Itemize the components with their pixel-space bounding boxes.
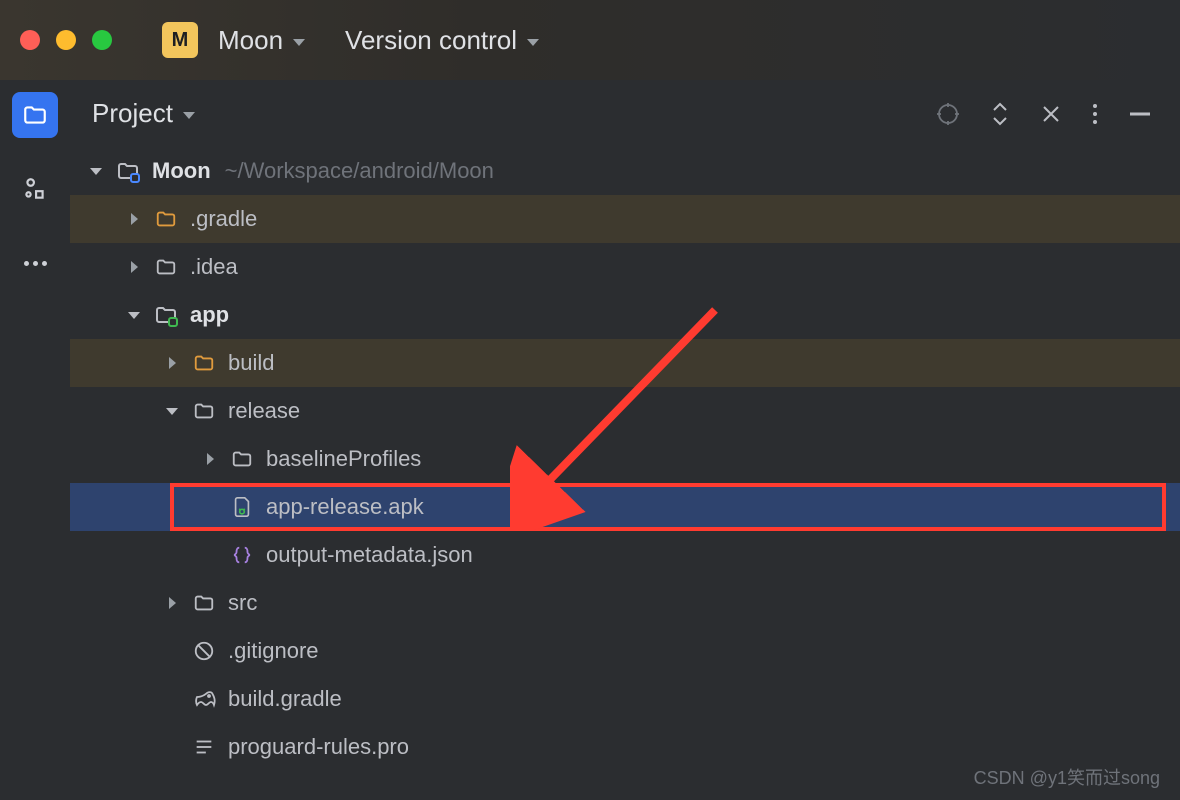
tree-label: release: [228, 398, 300, 424]
tree-label: app: [190, 302, 229, 328]
gradle-file-icon: [190, 689, 218, 709]
tree-label: output-metadata.json: [266, 542, 473, 568]
left-rail: [0, 80, 70, 800]
project-panel: Project Moon ~/Workspace/android/Moon: [70, 80, 1180, 800]
json-file-icon: [228, 544, 256, 566]
tree-node-src[interactable]: src: [70, 579, 1180, 627]
tree-node-build[interactable]: build: [70, 339, 1180, 387]
chevron-down-icon: [166, 408, 178, 415]
titlebar: M Moon Version control: [0, 0, 1180, 80]
structure-icon: [22, 176, 48, 202]
vcs-dropdown[interactable]: Version control: [345, 25, 539, 56]
chevron-right-icon: [169, 357, 176, 369]
tree-node-app[interactable]: app: [70, 291, 1180, 339]
project-folder-icon: [114, 159, 142, 183]
expand-collapse-icon[interactable]: [990, 102, 1010, 126]
panel-title: Project: [92, 98, 173, 129]
folder-icon: [228, 448, 256, 470]
project-name-dropdown[interactable]: Moon: [218, 25, 305, 56]
tree-node-idea[interactable]: .idea: [70, 243, 1180, 291]
tree-label: src: [228, 590, 257, 616]
close-window-button[interactable]: [20, 30, 40, 50]
chevron-right-icon: [169, 597, 176, 609]
tree-path-hint: ~/Workspace/android/Moon: [225, 158, 494, 184]
tree-label: Moon: [152, 158, 211, 184]
project-name-label: Moon: [218, 25, 283, 56]
tree-node-baseline[interactable]: baselineProfiles: [70, 435, 1180, 483]
folder-icon: [190, 400, 218, 422]
more-icon: [24, 261, 47, 266]
tree-label: baselineProfiles: [266, 446, 421, 472]
more-tools-button[interactable]: [12, 240, 58, 286]
project-tree: Moon ~/Workspace/android/Moon .gradle .i…: [70, 147, 1180, 800]
folder-icon: [190, 592, 218, 614]
content-area: Project Moon ~/Workspace/android/Moon: [0, 80, 1180, 800]
maximize-window-button[interactable]: [92, 30, 112, 50]
project-badge: M: [162, 22, 198, 58]
window-controls: [20, 30, 112, 50]
apk-file-icon: [228, 496, 256, 518]
folder-icon: [190, 352, 218, 374]
chevron-right-icon: [131, 261, 138, 273]
tree-node-release[interactable]: release: [70, 387, 1180, 435]
tree-label: build.gradle: [228, 686, 342, 712]
chevron-down-icon: [128, 312, 140, 319]
panel-header: Project: [70, 80, 1180, 147]
text-file-icon: [190, 736, 218, 758]
folder-icon: [152, 256, 180, 278]
chevron-down-icon: [527, 39, 539, 46]
chevron-down-icon: [183, 112, 195, 119]
tree-label: app-release.apk: [266, 494, 424, 520]
chevron-down-icon: [293, 39, 305, 46]
project-tool-button[interactable]: [12, 92, 58, 138]
tree-label: proguard-rules.pro: [228, 734, 409, 760]
chevron-right-icon: [207, 453, 214, 465]
minimize-panel-icon[interactable]: [1128, 112, 1152, 116]
vcs-label: Version control: [345, 25, 517, 56]
ignore-file-icon: [190, 640, 218, 662]
panel-title-dropdown[interactable]: Project: [92, 98, 195, 129]
minimize-window-button[interactable]: [56, 30, 76, 50]
tree-node-apk[interactable]: app-release.apk: [70, 483, 1180, 531]
chevron-down-icon: [90, 168, 102, 175]
tree-node-output-json[interactable]: output-metadata.json: [70, 531, 1180, 579]
module-folder-icon: [152, 303, 180, 327]
chevron-right-icon: [131, 213, 138, 225]
tree-node-build-gradle[interactable]: build.gradle: [70, 675, 1180, 723]
locate-icon[interactable]: [936, 102, 960, 126]
tree-node-gradle[interactable]: .gradle: [70, 195, 1180, 243]
watermark: CSDN @y1笑而过song: [974, 764, 1160, 790]
folder-icon: [152, 208, 180, 230]
collapse-all-icon[interactable]: [1040, 103, 1062, 125]
tree-label: build: [228, 350, 274, 376]
panel-actions: [936, 102, 1152, 126]
tree-node-root[interactable]: Moon ~/Workspace/android/Moon: [70, 147, 1180, 195]
tree-node-gitignore[interactable]: .gitignore: [70, 627, 1180, 675]
tree-label: .idea: [190, 254, 238, 280]
more-options-icon[interactable]: [1092, 102, 1098, 126]
structure-tool-button[interactable]: [12, 166, 58, 212]
tree-label: .gitignore: [228, 638, 319, 664]
tree-label: .gradle: [190, 206, 257, 232]
folder-icon: [22, 102, 48, 128]
